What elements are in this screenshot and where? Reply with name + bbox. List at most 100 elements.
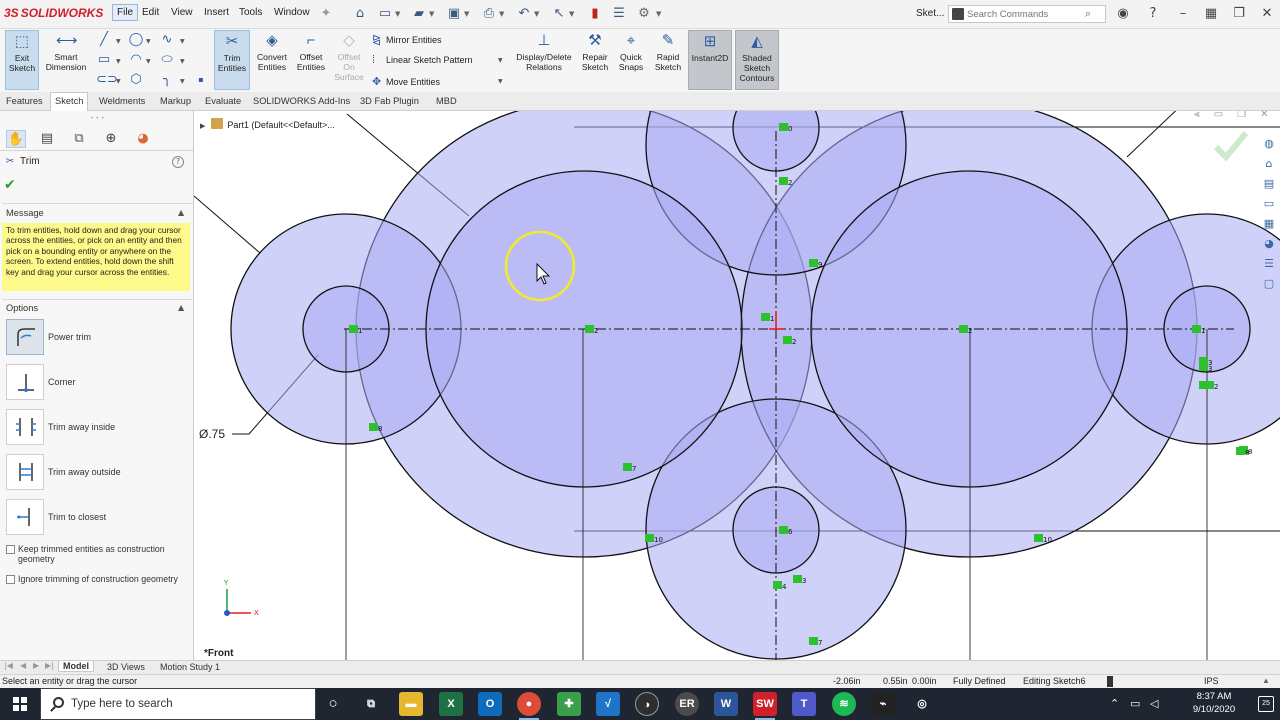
home-icon[interactable]: ⌂ <box>352 6 368 22</box>
search-commands-box[interactable]: ⌕ <box>948 5 1106 23</box>
custom-properties-icon[interactable]: ◕ <box>1261 236 1277 251</box>
new-document-icon[interactable]: ▭ <box>377 6 393 22</box>
clock-date[interactable]: 9/10/2020 <box>1184 704 1244 715</box>
help-question-icon[interactable]: ? <box>172 156 184 168</box>
offset-entities-button[interactable]: ⌐ Offset Entities <box>293 30 329 90</box>
dimxpert-tab-icon[interactable]: ⊕ <box>101 130 121 148</box>
diameter-dimension[interactable]: Ø.75 <box>199 427 225 441</box>
ellipse-dropdown-icon[interactable]: ▼ <box>180 58 185 65</box>
spotify-icon[interactable]: ≋ <box>832 692 856 716</box>
option-trim-away-outside[interactable]: Trim away outside <box>6 454 186 490</box>
feature-tree-flyout[interactable]: ▶ Part1 (Default<<Default>... <box>200 118 335 130</box>
rectangle-dropdown-icon[interactable]: ▼ <box>116 58 121 65</box>
arc-icon[interactable]: ◠ <box>128 52 144 68</box>
keep-trimmed-checkbox[interactable]: Keep trimmed entities as construction ge… <box>6 544 186 564</box>
save-icon[interactable]: ▣ <box>446 6 462 22</box>
save-dropdown-icon[interactable]: ▼ <box>464 10 469 18</box>
relation-marker[interactable] <box>1192 325 1201 333</box>
restore-icon[interactable]: ❐ <box>1231 6 1247 22</box>
expand-arrow-icon[interactable]: ▶ <box>200 123 205 130</box>
relation-marker[interactable] <box>1205 381 1214 389</box>
file-properties-icon[interactable]: ☰ <box>611 6 627 22</box>
relation-marker[interactable] <box>1034 534 1043 542</box>
undo-dropdown-icon[interactable]: ▼ <box>534 10 539 18</box>
relation-marker[interactable] <box>623 463 632 471</box>
appearances-icon[interactable]: ▦ <box>1261 216 1277 231</box>
open-folder-icon[interactable]: ▰ <box>411 6 427 22</box>
convert-entities-button[interactable]: ◈ Convert Entities <box>253 30 291 90</box>
tab-evaluate[interactable]: Evaluate <box>205 96 241 106</box>
word-icon[interactable]: W <box>714 692 738 716</box>
start-button[interactable] <box>0 688 40 720</box>
tab-3d-fab-plugin[interactable]: 3D Fab Plugin <box>360 96 419 106</box>
tab-3d-views[interactable]: 3D Views <box>107 662 145 672</box>
sketch-circles[interactable] <box>230 111 1280 660</box>
status-units[interactable]: IPS <box>1204 676 1219 686</box>
tab-weldments[interactable]: Weldments <box>99 96 145 106</box>
mirror-entities-button[interactable]: ⧎ Mirror Entities <box>372 33 442 46</box>
sketch-canvas[interactable]: 1221021234871064379108238 Y X <box>194 111 1280 660</box>
polygon-icon[interactable]: ⬡ <box>128 72 144 88</box>
tab-model[interactable]: Model <box>58 661 94 672</box>
relation-marker[interactable] <box>779 177 788 185</box>
instant2d-button[interactable]: ⊞ Instant2D <box>688 30 732 90</box>
design-library-icon[interactable]: ⌂ <box>1261 156 1277 171</box>
linear-sketch-pattern-button[interactable]: ⁞ Linear Sketch Pattern <box>372 54 473 66</box>
solidworks-taskbar-icon[interactable]: SW <box>753 692 777 720</box>
last-tab-icon[interactable]: ▶| <box>45 661 54 670</box>
undo-icon[interactable]: ↶ <box>516 6 532 22</box>
close-icon[interactable]: ✕ <box>1259 6 1275 22</box>
excel-icon[interactable]: X <box>439 692 463 716</box>
volume-icon[interactable]: ◁ <box>1150 697 1158 710</box>
message-section-header[interactable]: Message <box>6 208 44 218</box>
chrome-icon[interactable]: ● <box>517 692 541 720</box>
tab-mbd[interactable]: MBD <box>436 96 457 106</box>
arc-dropdown-icon[interactable]: ▼ <box>146 58 151 65</box>
display-delete-relations-button[interactable]: ⊥ Display/Delete Relations <box>512 30 576 90</box>
rebuild-icon[interactable]: ▮ <box>587 6 603 22</box>
relation-marker[interactable] <box>773 581 782 589</box>
network-icon[interactable]: ▭ <box>1130 697 1140 710</box>
app-er-icon[interactable]: ER <box>675 692 699 716</box>
ignore-construction-checkbox[interactable]: Ignore trimming of construction geometry <box>6 574 186 584</box>
options-gear-icon[interactable]: ⚙ <box>636 6 652 22</box>
first-tab-icon[interactable]: |◀ <box>4 661 13 670</box>
units-dropdown-icon[interactable]: ▲ <box>1262 676 1270 685</box>
relation-marker[interactable] <box>1199 363 1208 371</box>
search-scope-icon[interactable] <box>952 8 964 20</box>
slot-dropdown-icon[interactable]: ▼ <box>116 78 121 85</box>
shaded-sketch-contours-button[interactable]: ◭ Shaded Sketch Contours <box>735 30 779 90</box>
menu-edit[interactable]: Edit <box>142 7 159 18</box>
tab-sketch[interactable]: Sketch <box>50 92 89 111</box>
help-icon[interactable]: ? <box>1145 6 1161 22</box>
app-terminal-icon[interactable]: ⌁ <box>871 692 895 716</box>
tab-markup[interactable]: Markup <box>160 96 191 106</box>
search-commands-input[interactable] <box>967 7 1082 21</box>
relation-marker[interactable] <box>809 259 818 267</box>
option-power-trim[interactable]: Power trim <box>6 319 186 355</box>
collapse-caret-icon[interactable]: ▲ <box>178 208 184 217</box>
next-tab-icon[interactable]: ▶ <box>33 661 39 670</box>
option-trim-away-inside[interactable]: Trim away inside <box>6 409 186 445</box>
tab-features[interactable]: Features <box>6 96 43 106</box>
fillet-dropdown-icon[interactable]: ▼ <box>180 78 185 85</box>
relation-marker[interactable] <box>369 423 378 431</box>
menu-insert[interactable]: Insert <box>204 7 229 18</box>
relation-marker[interactable] <box>959 325 968 333</box>
relation-marker[interactable] <box>645 534 654 542</box>
options-section-header[interactable]: Options <box>6 303 38 313</box>
checkbox-box[interactable] <box>6 575 15 584</box>
circle-dropdown-icon[interactable]: ▼ <box>146 38 151 45</box>
relation-marker[interactable] <box>585 325 594 333</box>
relation-marker[interactable] <box>1236 447 1245 455</box>
new-dropdown-icon[interactable]: ▼ <box>395 10 400 18</box>
app-dark-icon[interactable]: ◑ <box>635 692 659 716</box>
menu-view[interactable]: View <box>171 7 193 18</box>
move-entities-button[interactable]: ✥ Move Entities <box>372 75 440 88</box>
spline-dropdown-icon[interactable]: ▼ <box>180 38 185 45</box>
confirmation-corner-icon[interactable] <box>1213 131 1249 162</box>
app-circle-icon[interactable]: ◎ <box>910 692 934 716</box>
menu-file[interactable]: File <box>112 4 139 21</box>
panel-grip[interactable]: • • • <box>90 115 104 122</box>
relation-marker[interactable] <box>779 526 788 534</box>
